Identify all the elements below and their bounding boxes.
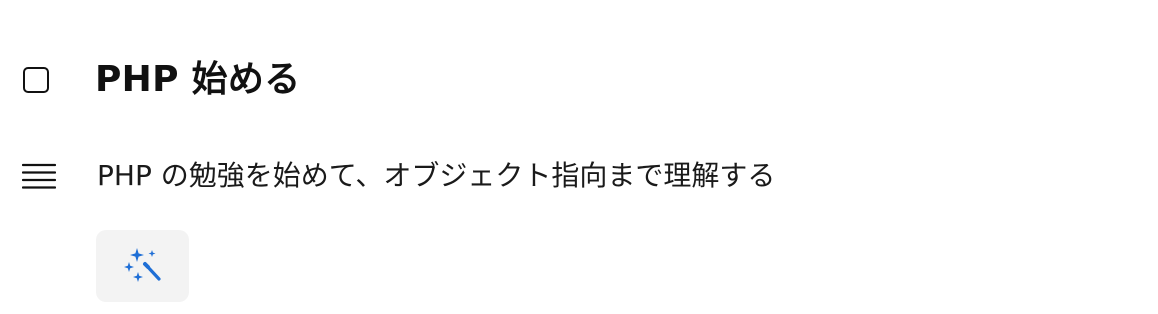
task-description-row: PHP の勉強を始めて、オブジェクト指向まで理解する [0, 152, 1158, 200]
text-lines-icon [22, 163, 56, 189]
task-description[interactable]: PHP の勉強を始めて、オブジェクト指向まで理解する [97, 158, 775, 194]
magic-wand-sparkles-icon [123, 248, 161, 282]
magic-wand-button[interactable] [96, 230, 189, 302]
task-title[interactable]: PHP 始める [95, 58, 301, 102]
task-title-row: PHP 始める [0, 52, 1158, 108]
task-complete-checkbox[interactable] [23, 67, 49, 93]
